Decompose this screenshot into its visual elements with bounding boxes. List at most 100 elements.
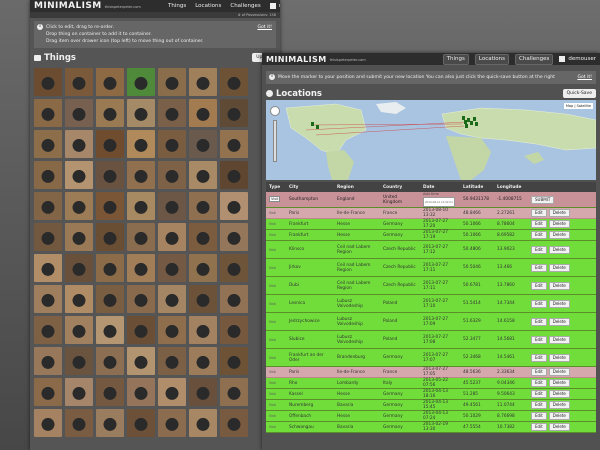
thing-thumbnail[interactable] [158,378,186,406]
edit-button[interactable]: Edit [531,423,547,431]
location-row[interactable]: Visit Jedrzychowice Lubusz Voivodeship Pola… [266,312,596,331]
thing-thumbnail[interactable] [65,68,93,96]
thing-thumbnail[interactable] [96,99,124,127]
delete-button[interactable]: Delete [548,231,570,239]
location-row[interactable]: Visit Schwangau Bavaria Germany 2013-02-19 1… [266,421,596,433]
delete-button[interactable]: Delete [548,335,570,344]
edit-button[interactable]: Edit [531,281,547,290]
thing-thumbnail[interactable] [158,254,186,282]
thing-thumbnail[interactable] [34,130,62,158]
thing-thumbnail[interactable] [220,161,248,189]
location-row[interactable]: Visit Rho Lombardy Italy 2013-05-22 07:56 45.… [266,377,596,389]
thing-thumbnail[interactable] [189,223,217,251]
delete-button[interactable]: Delete [548,220,570,228]
user-menu[interactable]: demouser [559,56,596,62]
nav-locations[interactable]: Locations [195,3,221,9]
thing-thumbnail[interactable] [189,130,217,158]
delete-button[interactable]: Delete [548,263,570,272]
location-row[interactable]: Visit Frankfurt Hesse Germany 2013-07-27 17:… [266,218,596,230]
thing-thumbnail[interactable] [189,285,217,313]
submit-button[interactable]: SUBMIT [531,195,555,204]
thing-thumbnail[interactable] [158,68,186,96]
user-menu[interactable]: demouser [269,3,280,9]
thing-thumbnail[interactable] [65,254,93,282]
delete-button[interactable]: Delete [548,401,570,409]
thing-thumbnail[interactable] [96,161,124,189]
thing-thumbnail[interactable] [96,347,124,375]
edit-button[interactable]: Edit [531,220,547,228]
delete-button[interactable]: Delete [548,245,570,254]
thing-thumbnail[interactable] [34,316,62,344]
thing-thumbnail[interactable] [65,378,93,406]
brand-logo[interactable]: MINIMALISM [34,1,102,11]
edit-button[interactable]: Edit [531,401,547,409]
delete-button[interactable]: Delete [548,281,570,290]
location-row[interactable]: Visit Frankfurt an der Oder Brandenburg Ger… [266,348,596,367]
edit-button[interactable]: Edit [531,245,547,254]
edit-button[interactable]: Edit [531,317,547,326]
brand-logo[interactable]: MINIMALISM [266,55,327,64]
thing-thumbnail[interactable] [127,130,155,158]
thing-thumbnail[interactable] [220,285,248,313]
got-it-link[interactable]: Got it! [577,74,592,81]
nav-things[interactable]: Things [168,3,186,9]
location-row[interactable]: Visit Frankfurt Hesse Germany 2013-07-27 17:… [266,229,596,241]
nav-things[interactable]: Things [442,53,469,65]
thing-thumbnail[interactable] [65,130,93,158]
thing-thumbnail[interactable] [158,99,186,127]
thing-thumbnail[interactable] [189,68,217,96]
thing-thumbnail[interactable] [189,161,217,189]
thing-thumbnail[interactable] [127,316,155,344]
thing-thumbnail[interactable] [127,99,155,127]
thing-thumbnail[interactable] [158,161,186,189]
thing-thumbnail[interactable] [127,254,155,282]
thing-thumbnail[interactable] [96,285,124,313]
thing-thumbnail[interactable] [220,347,248,375]
thing-thumbnail[interactable] [34,409,62,437]
thing-thumbnail[interactable] [127,409,155,437]
delete-button[interactable]: Delete [548,353,570,362]
edit-button[interactable]: Edit [531,209,547,217]
thing-thumbnail[interactable] [96,378,124,406]
thing-thumbnail[interactable] [34,378,62,406]
thing-thumbnail[interactable] [96,254,124,282]
thing-thumbnail[interactable] [220,192,248,220]
thing-thumbnail[interactable] [65,192,93,220]
thing-thumbnail[interactable] [127,192,155,220]
thing-thumbnail[interactable] [220,130,248,158]
thing-thumbnail[interactable] [96,192,124,220]
world-map[interactable]: Map | Satellite [266,100,596,180]
location-row[interactable]: Visit Paris Ile-de-France France 2013-08-10 … [266,207,596,219]
thing-thumbnail[interactable] [65,161,93,189]
location-row[interactable]: Visit Slubice Lubusz Voivodeship Poland 2013… [266,330,596,349]
thing-thumbnail[interactable] [189,347,217,375]
edit-button[interactable]: Edit [531,299,547,308]
edit-button[interactable]: Edit [531,263,547,272]
delete-button[interactable]: Delete [548,412,570,420]
thing-thumbnail[interactable] [65,285,93,313]
delete-button[interactable]: Delete [548,423,570,431]
location-row[interactable]: Visit Kassel Hesse Germany 2013-04-13 18:16 5… [266,388,596,400]
thing-thumbnail[interactable] [158,223,186,251]
thing-thumbnail[interactable] [96,130,124,158]
nav-challenges[interactable]: Challenges [515,53,554,65]
delete-button[interactable]: Delete [548,209,570,217]
date-input[interactable] [423,197,455,207]
thing-thumbnail[interactable] [65,223,93,251]
edit-button[interactable]: Edit [531,353,547,362]
location-row[interactable]: Visit Lesnica Lubusz Voivodeship Poland 2013… [266,294,596,313]
thing-thumbnail[interactable] [189,378,217,406]
thing-thumbnail[interactable] [189,99,217,127]
thing-thumbnail[interactable] [65,99,93,127]
thing-thumbnail[interactable] [34,99,62,127]
location-row[interactable]: Visit Paris Ile-de-France France 2013-07-27 … [266,366,596,378]
edit-button[interactable]: Edit [531,412,547,420]
thing-thumbnail[interactable] [220,68,248,96]
thing-thumbnail[interactable] [34,161,62,189]
thing-thumbnail[interactable] [158,347,186,375]
thing-thumbnail[interactable] [34,347,62,375]
thing-thumbnail[interactable] [158,130,186,158]
map-type-toggle[interactable]: Map | Satellite [563,103,593,109]
thing-thumbnail[interactable] [220,378,248,406]
delete-button[interactable]: Delete [548,299,570,308]
